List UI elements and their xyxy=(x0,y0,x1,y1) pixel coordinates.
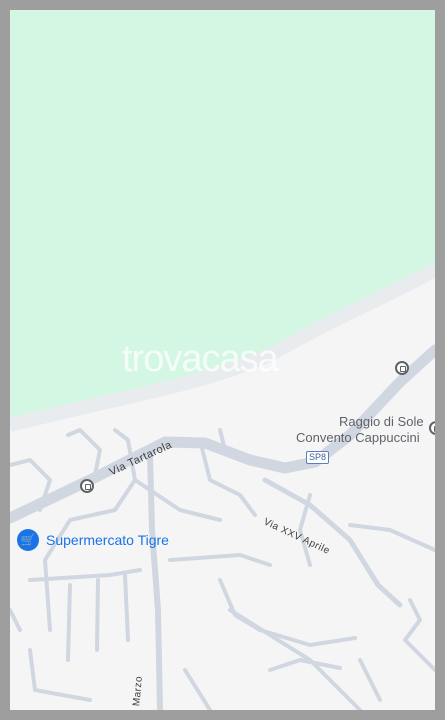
place-label-convento-cappuccini[interactable]: Convento Cappuccini xyxy=(296,430,420,445)
shopping-cart-icon[interactable]: 🛒 xyxy=(17,529,39,551)
poi-label-supermercato[interactable]: Supermercato Tigre xyxy=(46,532,169,548)
road-via-xxv-aprile xyxy=(262,477,403,608)
place-label-raggio-di-sole[interactable]: Raggio di Sole xyxy=(339,414,424,429)
bus-stop-icon[interactable] xyxy=(80,479,94,493)
watermark-logo: trovacasa xyxy=(122,338,279,380)
route-shield-sp8: SP8 xyxy=(306,451,330,464)
bus-stop-icon[interactable] xyxy=(395,361,409,375)
map-view[interactable]: trovacasa Via Tartarola Via XXV Aprile 8… xyxy=(10,10,435,710)
